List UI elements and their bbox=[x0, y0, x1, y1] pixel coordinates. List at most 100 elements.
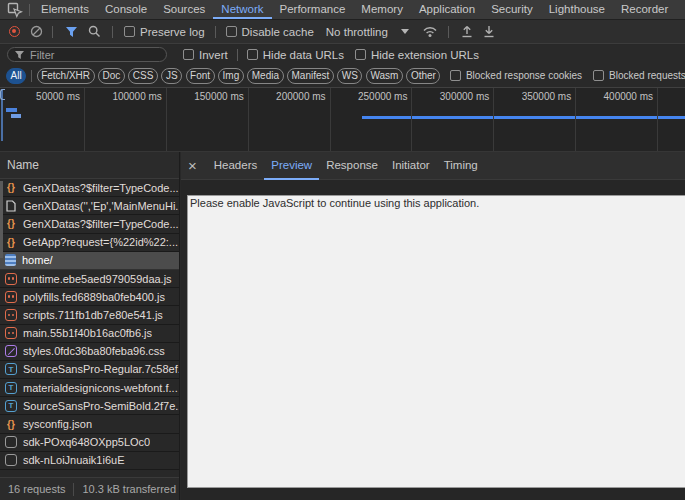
type-filter-fetch-xhr[interactable]: Fetch/XHR bbox=[37, 68, 95, 84]
tab-performance[interactable]: Performance bbox=[272, 0, 354, 19]
request-row[interactable]: styles.0fdc36ba80feba96.css bbox=[0, 343, 179, 361]
hide-extension-urls-label: Hide extension URLs bbox=[371, 49, 479, 61]
type-filter-wasm[interactable]: Wasm bbox=[366, 68, 403, 84]
record-icon[interactable] bbox=[9, 26, 20, 37]
name-column-header[interactable]: Name bbox=[0, 152, 179, 179]
preview-frame: Please enable JavaScript to continue usi… bbox=[187, 195, 685, 488]
separator bbox=[73, 483, 74, 496]
filter-bar: Filter Invert Hide data URLs Hide extens… bbox=[0, 45, 685, 64]
detail-tab-preview[interactable]: Preview bbox=[264, 152, 319, 180]
type-filter-media[interactable]: Media bbox=[247, 68, 283, 84]
request-row[interactable]: T SourceSansPro-SemiBold.2f7e... bbox=[0, 397, 179, 415]
type-filter-js[interactable]: JS bbox=[161, 68, 182, 84]
timeline-overview[interactable]: 50000 ms100000 ms150000 ms200000 ms25000… bbox=[0, 87, 685, 152]
request-row[interactable]: sdk-POxq648OXpp5LOc0 bbox=[0, 434, 179, 452]
detail-tab-timing[interactable]: Timing bbox=[437, 152, 485, 180]
checkbox[interactable] bbox=[124, 26, 135, 37]
invert-label: Invert bbox=[199, 49, 228, 61]
tab-security[interactable]: Security bbox=[483, 0, 541, 19]
throttling-select[interactable]: No throttling bbox=[326, 26, 388, 38]
type-filter-img[interactable]: Img bbox=[218, 68, 244, 84]
request-row[interactable]: home/ bbox=[0, 252, 179, 270]
tab-console[interactable]: Console bbox=[97, 0, 155, 19]
request-row[interactable]: GenXDatas('','Ep','MainMenuHi... bbox=[0, 197, 179, 215]
request-name: SourceSansPro-Regular.7c58ef... bbox=[23, 363, 179, 375]
timeline-request-bar bbox=[11, 114, 21, 118]
home-file-icon bbox=[5, 254, 16, 266]
requests-count: 16 requests bbox=[8, 483, 65, 495]
xhr-file-icon: {} bbox=[5, 182, 17, 194]
tab-lighthouse[interactable]: Lighthouse bbox=[541, 0, 613, 19]
xhr-file-icon: {} bbox=[5, 218, 17, 230]
blocked-response-cookies-checkbox[interactable]: Blocked response cookies bbox=[450, 70, 582, 81]
type-filter-css[interactable]: CSS bbox=[128, 68, 158, 84]
type-filter-ws[interactable]: WS bbox=[337, 68, 362, 84]
request-row[interactable]: polyfills.fed6889ba0feb400.js bbox=[0, 288, 179, 306]
request-row[interactable]: main.55b1f40b16ac0fb6.js bbox=[0, 325, 179, 343]
request-row[interactable]: scripts.711fb1db7e80e541.js bbox=[0, 306, 179, 324]
filter-input[interactable]: Filter bbox=[7, 47, 167, 62]
request-name: SourceSansPro-SemiBold.2f7e... bbox=[23, 400, 179, 412]
request-name: scripts.711fb1db7e80e541.js bbox=[23, 309, 163, 321]
request-row[interactable]: runtime.ebe5aed979059daa.js bbox=[0, 270, 179, 288]
inspect-element-icon[interactable] bbox=[7, 2, 23, 18]
hide-data-urls-label: Hide data URLs bbox=[263, 49, 344, 61]
blocked-requests-label: Blocked requests bbox=[609, 70, 685, 81]
font-file-icon: T bbox=[5, 400, 17, 412]
request-row[interactable]: {}GenXDatas?$filter=TypeCode... bbox=[0, 179, 179, 197]
timeline-tick-label: 50000 ms bbox=[4, 91, 80, 102]
separator bbox=[237, 49, 238, 61]
request-name: GenXDatas?$filter=TypeCode... bbox=[23, 218, 179, 230]
clear-icon[interactable] bbox=[30, 25, 43, 38]
request-row[interactable]: {}sysconfig.json bbox=[0, 415, 179, 433]
css-file-icon bbox=[5, 345, 17, 357]
checkbox[interactable] bbox=[226, 26, 237, 37]
type-filter-font[interactable]: Font bbox=[186, 68, 215, 84]
request-name: home/ bbox=[22, 254, 53, 266]
tab-application[interactable]: Application bbox=[411, 0, 483, 19]
timeline-long-bar bbox=[362, 116, 685, 119]
type-filter-doc[interactable]: Doc bbox=[98, 68, 125, 84]
hide-extension-urls-checkbox[interactable]: Hide extension URLs bbox=[355, 49, 479, 61]
chevron-down-icon[interactable] bbox=[401, 29, 409, 34]
timeline-gridline bbox=[575, 88, 576, 151]
xhr-file-icon: {} bbox=[5, 236, 17, 248]
filter-placeholder: Filter bbox=[30, 49, 54, 61]
export-har-icon[interactable] bbox=[483, 25, 495, 38]
preserve-log-checkbox[interactable]: Preserve log bbox=[124, 26, 205, 38]
tab-elements[interactable]: Elements bbox=[33, 0, 97, 19]
detail-tab-response[interactable]: Response bbox=[319, 152, 385, 180]
detail-tab-headers[interactable]: Headers bbox=[207, 152, 264, 180]
request-row[interactable]: {} GenXDatas?$filter=TypeCode... bbox=[0, 215, 179, 233]
filter-toggle-icon[interactable] bbox=[65, 26, 78, 38]
timeline-tick-label: 300000 ms bbox=[413, 91, 489, 102]
request-row[interactable]: TSourceSansPro-Regular.7c58ef... bbox=[0, 361, 179, 379]
network-conditions-icon[interactable] bbox=[422, 25, 438, 38]
disable-cache-checkbox[interactable]: Disable cache bbox=[226, 26, 314, 38]
import-har-icon[interactable] bbox=[461, 25, 473, 38]
tab-sources[interactable]: Sources bbox=[155, 0, 213, 19]
request-list: {} GenXDatas?$filter=TypeCode... GenXDatas… bbox=[0, 179, 179, 470]
type-filter-all[interactable]: All bbox=[6, 68, 26, 84]
disable-cache-label: Disable cache bbox=[242, 26, 314, 38]
list-scrollbar[interactable] bbox=[0, 181, 3, 258]
request-row[interactable]: sdk-nLoiJnuaik1i6uE bbox=[0, 452, 179, 470]
invert-checkbox[interactable]: Invert bbox=[183, 49, 228, 61]
timeline-tick-label: 150000 ms bbox=[168, 91, 244, 102]
type-filter-other[interactable]: Other bbox=[406, 68, 440, 84]
type-filter-manifest[interactable]: Manifest bbox=[287, 68, 334, 84]
xhr-file-icon: {} bbox=[5, 418, 17, 430]
request-row[interactable]: Tmaterialdesignicons-webfont.f... bbox=[0, 379, 179, 397]
separator bbox=[112, 26, 113, 38]
tab-recorder[interactable]: Recorder bbox=[613, 0, 676, 19]
request-row[interactable]: {}GetApp?request={%22id%22:... bbox=[0, 234, 179, 252]
search-icon[interactable] bbox=[88, 25, 101, 38]
detail-tab-initiator[interactable]: Initiator bbox=[385, 152, 437, 180]
close-icon[interactable]: × bbox=[188, 153, 197, 179]
hide-data-urls-checkbox[interactable]: Hide data URLs bbox=[247, 49, 344, 61]
tab-network[interactable]: Network bbox=[213, 0, 271, 19]
unknown-file-icon bbox=[5, 436, 17, 448]
tab-memory[interactable]: Memory bbox=[353, 0, 411, 19]
blocked-requests-checkbox[interactable]: Blocked requests bbox=[593, 70, 685, 81]
request-name: sdk-nLoiJnuaik1i6uE bbox=[23, 454, 125, 466]
